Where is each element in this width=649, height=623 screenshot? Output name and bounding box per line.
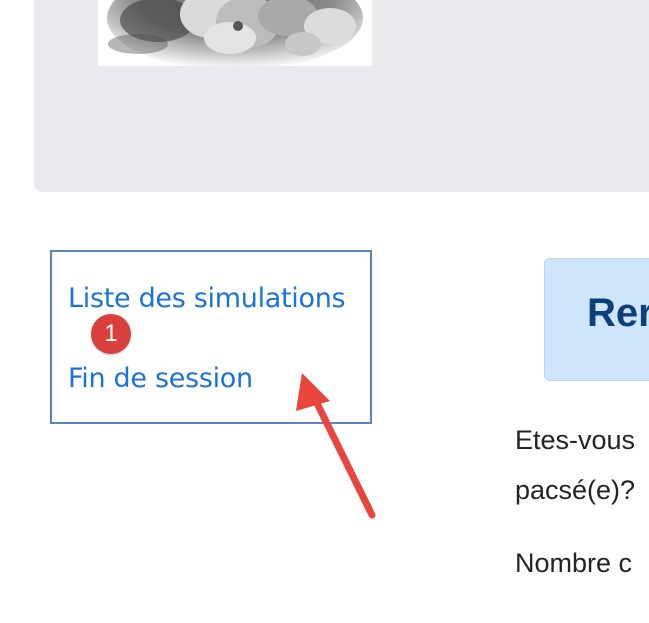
nav-link-logout[interactable]: Fin de session — [68, 363, 253, 394]
question-count-label: Nombre c — [515, 548, 633, 578]
section-title: Rer — [587, 291, 649, 335]
page: Liste des simulations Fin de session 1 R… — [0, 0, 649, 623]
flower-photo — [98, 0, 372, 66]
flower-image — [98, 0, 372, 66]
section-title-box: Rer — [544, 258, 649, 381]
step-badge: 1 — [91, 314, 131, 354]
question-pacs-line2: pacsé(e)? — [515, 475, 636, 505]
nav-link-simulations[interactable]: Liste des simulations — [68, 283, 346, 314]
question-pacs-line1: Etes-vous — [515, 425, 636, 455]
annotation-arrow-icon — [296, 373, 376, 519]
